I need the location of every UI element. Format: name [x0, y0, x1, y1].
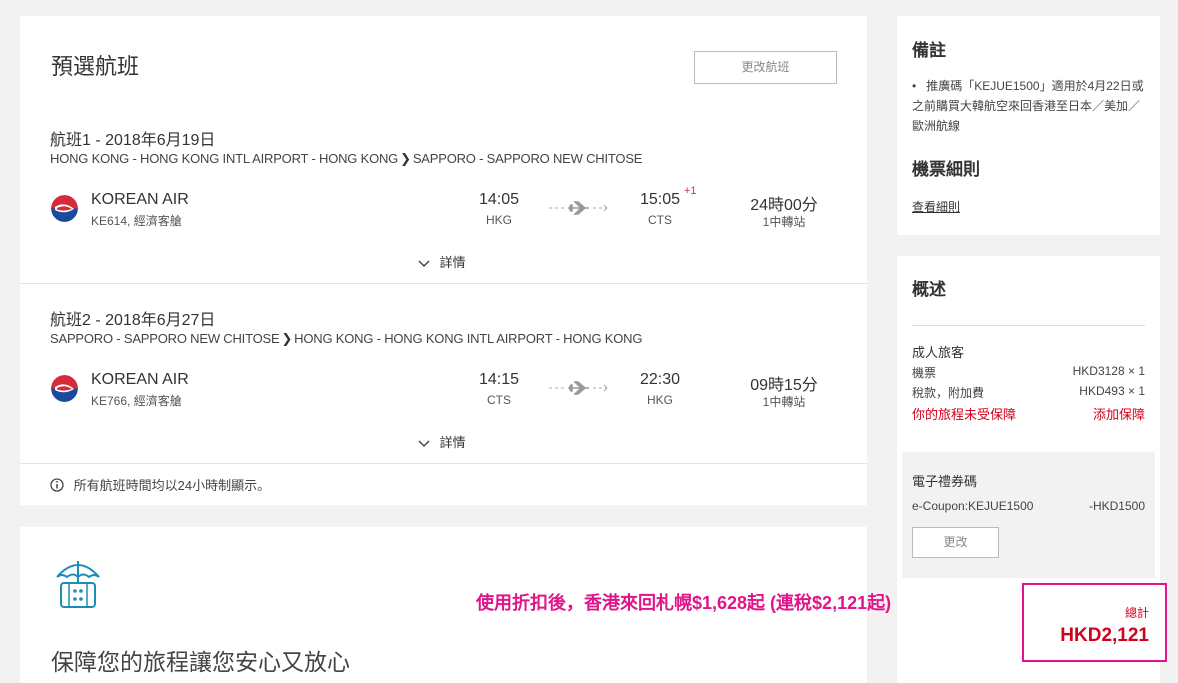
- ticket-label: 機票: [912, 366, 937, 380]
- divider: [912, 325, 1145, 326]
- total-value: HKD2,121: [1060, 625, 1149, 646]
- segment-1-origin: HONG KONG - HONG KONG INTL AIRPORT - HON…: [50, 151, 399, 166]
- time-format-note-text: 所有航班時間均以24小時制顯示。: [73, 478, 271, 493]
- segment-2-destination: HONG KONG - HONG KONG INTL AIRPORT - HON…: [294, 331, 643, 346]
- ticket-value: HKD3128 × 1: [1072, 364, 1145, 378]
- route-arrow-icon: ❯: [281, 331, 293, 346]
- segment-1-flight-info: KE614, 經濟客艙: [91, 214, 182, 228]
- details-label: 詳情: [439, 435, 466, 450]
- segment-1-route: HONG KONG - HONG KONG INTL AIRPORT - HON…: [50, 151, 642, 167]
- coupon-value: -HKD1500: [1088, 499, 1145, 513]
- coupon-title: 電子禮券碼: [912, 474, 978, 489]
- chevron-down-icon: [418, 435, 440, 450]
- segment-2-flight-info: KE766, 經濟客艙: [91, 394, 182, 408]
- promo-banner-text: 使用折扣後，香港來回札幌$1,628起 (連稅$2,121起): [476, 593, 892, 613]
- flight-plane-icon: [549, 201, 608, 215]
- chevron-down-icon: [418, 255, 440, 270]
- selected-flights-card: 預選航班 更改航班 航班1 - 2018年6月19日 HONG KONG - H…: [20, 16, 867, 505]
- segment-2-depart-time: 14:15: [478, 371, 520, 388]
- change-flight-button[interactable]: 更改航班: [694, 51, 837, 84]
- adult-passenger-label: 成人旅客: [912, 345, 965, 360]
- bullet-icon: •: [912, 79, 917, 93]
- notes-title: 備註: [912, 41, 946, 60]
- coupon-section: 電子禮券碼 e-Coupon:KEJUE1500 -HKD1500 更改: [902, 452, 1155, 578]
- promo-note-text: 推廣碼「KEJUE1500」適用於4月22日或之前購買大韓航空來回香港至日本／美…: [912, 79, 1144, 133]
- segment-2-details-toggle[interactable]: 詳情: [418, 432, 466, 451]
- promo-note: • 推廣碼「KEJUE1500」適用於4月22日或之前購買大韓航空來回香港至日本／…: [912, 76, 1147, 136]
- divider: [20, 283, 867, 284]
- segment-2-duration: 09時15分: [750, 377, 818, 394]
- segment-2-arrive-code: HKG: [646, 393, 673, 407]
- insurance-title: 保障您的旅程讓您安心又放心: [51, 649, 350, 675]
- details-label: 詳情: [439, 255, 466, 270]
- tax-label: 稅款，附加費: [912, 386, 985, 400]
- total-label: 總計: [1124, 606, 1149, 620]
- segment-2-depart-code: CTS: [487, 393, 511, 407]
- coupon-change-button[interactable]: 更改: [912, 527, 999, 558]
- route-arrow-icon: ❯: [400, 151, 411, 166]
- add-protection-link[interactable]: 添加保障: [1093, 404, 1145, 423]
- segment-2-airline: KOREAN AIR: [91, 371, 189, 388]
- segment-1-day-offset: +1: [684, 185, 697, 197]
- segment-1-details-toggle[interactable]: 詳情: [418, 252, 466, 271]
- segment-2-stops: 1中轉站: [762, 395, 806, 409]
- umbrella-luggage-icon: [53, 557, 103, 611]
- unprotected-warning: 你的旅程未受保障: [912, 407, 1017, 422]
- segment-1-depart-code: HKG: [485, 213, 512, 227]
- ticket-rules-title: 機票細則: [912, 160, 980, 179]
- segment-1-duration: 24時00分: [750, 197, 818, 214]
- page-title: 預選航班: [51, 54, 140, 79]
- segment-1-airline: KOREAN AIR: [91, 191, 189, 208]
- segment-2-arrive-time: 22:30: [639, 371, 681, 388]
- segment-2-origin: SAPPORO - SAPPORO NEW CHITOSE: [50, 331, 280, 346]
- summary-title: 概述: [912, 280, 946, 299]
- time-format-note: 所有航班時間均以24小時制顯示。: [50, 475, 270, 494]
- divider: [20, 463, 867, 464]
- coupon-code: e-Coupon:KEJUE1500: [912, 499, 1034, 513]
- segment-1-destination: SAPPORO - SAPPORO NEW CHITOSE: [412, 151, 643, 166]
- notes-card: 備註 • 推廣碼「KEJUE1500」適用於4月22日或之前購買大韓航空來回香港至…: [897, 16, 1160, 235]
- segment-2-title: 航班2 - 2018年6月27日: [50, 312, 216, 329]
- korean-air-logo-icon: [51, 375, 78, 402]
- segment-2-route: SAPPORO - SAPPORO NEW CHITOSE ❯ HONG KONG …: [50, 331, 642, 347]
- info-icon: [50, 478, 74, 493]
- segment-1-title: 航班1 - 2018年6月19日: [50, 132, 216, 149]
- tax-value: HKD493 × 1: [1079, 384, 1145, 398]
- segment-1-stops: 1中轉站: [762, 215, 806, 229]
- view-rules-link[interactable]: 查看細則: [912, 198, 960, 215]
- flight-plane-icon: [549, 381, 608, 395]
- korean-air-logo-icon: [51, 195, 78, 222]
- total-box: 總計 HKD2,121: [1022, 583, 1167, 662]
- segment-1-arrive-code: CTS: [648, 213, 672, 227]
- segment-1-depart-time: 14:05: [478, 191, 520, 208]
